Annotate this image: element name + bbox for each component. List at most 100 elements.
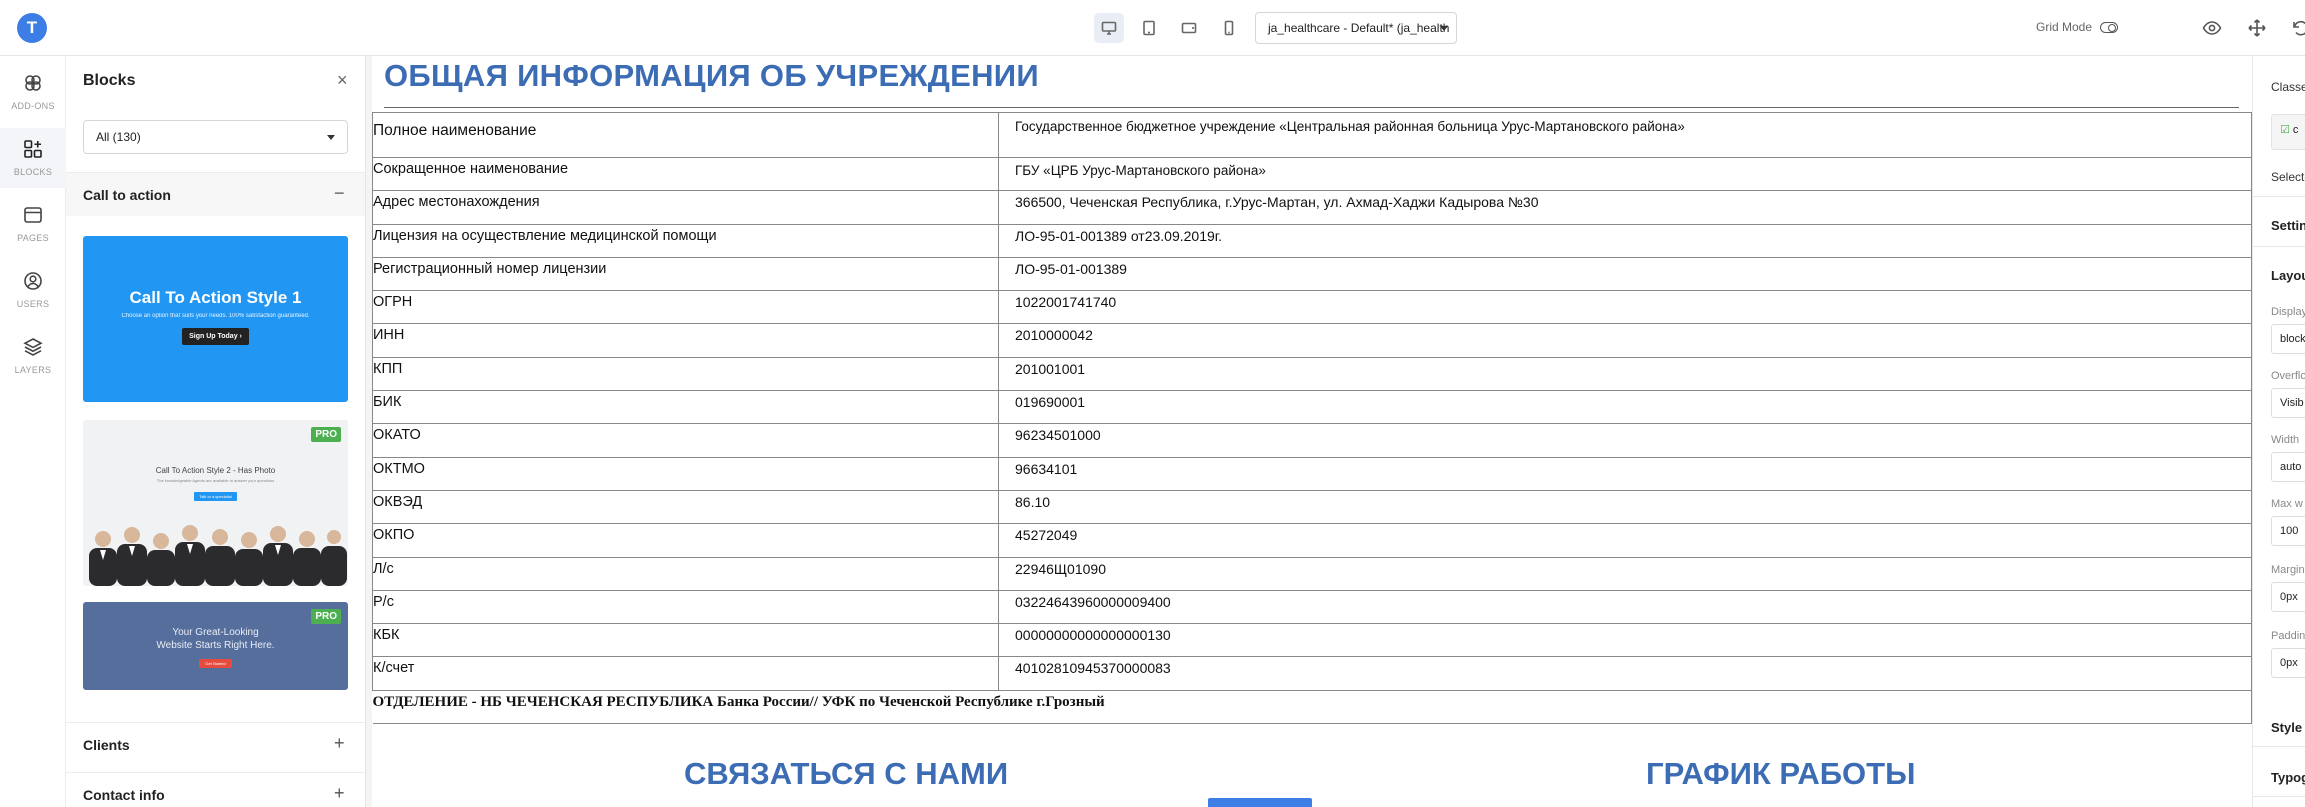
rail-item-blocks[interactable]: BLOCKS — [0, 128, 66, 188]
row-value[interactable]: 201001001 — [998, 356, 2252, 392]
row-key[interactable]: Регистрационный номер лицензии — [372, 256, 999, 292]
page-content[interactable]: ОБЩАЯ ИНФОРМАЦИЯ ОБ УЧРЕЖДЕНИИ Полное на… — [372, 56, 2252, 807]
table-row[interactable]: ОКВЭД 86.10 — [372, 489, 2252, 525]
mobile-view-button[interactable] — [1214, 13, 1244, 43]
layout-heading[interactable]: Layou — [2271, 268, 2305, 283]
table-row[interactable]: Лицензия на осуществление медицинской по… — [372, 223, 2252, 258]
undo-button[interactable] — [2290, 18, 2305, 38]
row-value[interactable]: 45272049 — [998, 523, 2252, 558]
row-key[interactable]: Адрес местонахождения — [372, 190, 999, 225]
table-row[interactable]: Р/с 03224643960000009400 — [372, 589, 2252, 625]
row-value[interactable]: ЛО-95-01-001389 от23.09.2019г. — [998, 223, 2252, 258]
row-key[interactable]: БИК — [372, 390, 999, 425]
move-button[interactable] — [2247, 18, 2267, 38]
preview-button[interactable] — [2202, 18, 2222, 38]
table-row[interactable]: Сокращенное наименование ГБУ «ЦРБ Урус-Ма… — [372, 156, 2252, 192]
row-value[interactable]: 96634101 — [998, 456, 2252, 491]
section-clients[interactable]: Clients + — [66, 722, 365, 766]
row-value[interactable]: 2010000042 — [998, 323, 2252, 358]
rail-item-pages[interactable]: PAGES — [0, 194, 66, 254]
row-value[interactable]: 96234501000 — [998, 423, 2252, 458]
table-row[interactable]: КБК 00000000000000000130 — [372, 623, 2252, 658]
table-row[interactable]: ОКПО 45272049 — [372, 523, 2252, 558]
row-key[interactable]: КПП — [372, 356, 999, 392]
app-logo[interactable]: T — [17, 13, 47, 43]
table-row[interactable]: Полное наименование Государственное бюдже… — [372, 112, 2252, 158]
section-contact-info[interactable]: Contact info + — [66, 772, 365, 807]
row-key[interactable]: Р/с — [372, 589, 999, 625]
max-width-input[interactable]: 100 — [2271, 516, 2305, 546]
row-key[interactable]: Полное наименование — [372, 112, 999, 158]
row-key[interactable]: ОГРН — [372, 290, 999, 325]
width-input[interactable]: auto — [2271, 452, 2305, 482]
element-toolbar[interactable] — [1208, 798, 1312, 807]
table-row[interactable]: ОКАТО 96234501000 — [372, 423, 2252, 458]
row-value[interactable]: Государственное бюджетное учреждение «Це… — [998, 112, 2252, 158]
row-key[interactable]: Сокращенное наименование — [372, 156, 999, 192]
block-card-cta-style-2[interactable]: PRO Call To Action Style 2 - Has Photo T… — [83, 420, 348, 586]
row-key[interactable]: ОКТМО — [372, 456, 999, 491]
padding-input[interactable]: 0px — [2271, 648, 2305, 678]
expand-icon[interactable]: + — [334, 733, 345, 754]
row-value[interactable]: 366500, Чеченская Республика, г.Урус-Мар… — [998, 190, 2252, 225]
expand-icon[interactable]: + — [334, 783, 345, 804]
display-select[interactable]: block — [2271, 324, 2305, 354]
rail-item-layers[interactable]: LAYERS — [0, 326, 66, 386]
table-row[interactable]: К/счет 40102810945370000083 — [372, 656, 2252, 691]
table-row[interactable]: ОТДЕЛЕНИЕ - НБ ЧЕЧЕНСКАЯ РЕСПУБЛИКА Банк… — [372, 689, 2252, 724]
row-value[interactable]: 019690001 — [998, 390, 2252, 425]
table-row[interactable]: ИНН 2010000042 — [372, 323, 2252, 358]
rail-item-addons[interactable]: ADD-ONS — [0, 62, 66, 122]
row-key[interactable]: ОКАТО — [372, 423, 999, 458]
row-key[interactable]: ОКПО — [372, 523, 999, 558]
table-row[interactable]: ОГРН 1022001741740 — [372, 290, 2252, 325]
row-key[interactable]: К/счет — [372, 656, 999, 691]
margin-input[interactable]: 0px — [2271, 582, 2305, 612]
table-row[interactable]: Регистрационный номер лицензии ЛО-95-01-0… — [372, 256, 2252, 292]
row-value[interactable]: ЛО-95-01-001389 — [998, 256, 2252, 292]
table-row[interactable]: Л/с 22946Щ01090 — [372, 556, 2252, 591]
page-title[interactable]: ОБЩАЯ ИНФОРМАЦИЯ ОБ УЧРЕЖДЕНИИ — [384, 58, 1039, 94]
row-value[interactable]: 86.10 — [998, 489, 2252, 525]
table-row[interactable]: КПП 201001001 — [372, 356, 2252, 392]
table-row[interactable]: Адрес местонахождения 366500, Чеченская Р… — [372, 190, 2252, 225]
overflow-select[interactable]: Visib — [2271, 388, 2305, 418]
style-heading[interactable]: Style — [2271, 720, 2302, 735]
toggle-icon[interactable] — [2100, 21, 2119, 33]
table-row[interactable]: БИК 019690001 — [372, 390, 2252, 425]
settings-heading[interactable]: Settin — [2271, 218, 2305, 233]
tablet-view-button[interactable] — [1134, 13, 1164, 43]
typography-heading[interactable]: Typog — [2271, 770, 2305, 785]
section-title: Contact info — [83, 787, 165, 803]
block-card-cta-style-3[interactable]: PRO Your Great-Looking Website Starts Ri… — [83, 602, 348, 690]
contact-heading[interactable]: СВЯЗАТЬСЯ С НАМИ — [684, 756, 1008, 792]
page-canvas[interactable]: ОБЩАЯ ИНФОРМАЦИЯ ОБ УЧРЕЖДЕНИИ Полное на… — [366, 56, 2252, 807]
row-key[interactable]: ОКВЭД — [372, 489, 999, 525]
row-key[interactable]: Л/с — [372, 556, 999, 591]
row-value[interactable]: 22946Щ01090 — [998, 556, 2252, 591]
section-call-to-action[interactable]: Call to action − — [66, 172, 365, 216]
schedule-heading[interactable]: ГРАФИК РАБОТЫ — [1646, 756, 1915, 792]
row-key[interactable]: КБК — [372, 623, 999, 658]
bank-details-line[interactable]: ОТДЕЛЕНИЕ - НБ ЧЕЧЕНСКАЯ РЕСПУБЛИКА Банк… — [372, 689, 2252, 724]
row-key[interactable]: Лицензия на осуществление медицинской по… — [372, 223, 999, 258]
class-chip[interactable]: ☑ c — [2271, 114, 2305, 150]
row-value[interactable]: 1022001741740 — [998, 290, 2252, 325]
row-value[interactable]: 40102810945370000083 — [998, 656, 2252, 691]
grid-mode-control[interactable]: Grid Mode — [2036, 20, 2119, 34]
table-row[interactable]: ОКТМО 96634101 — [372, 456, 2252, 491]
collapse-icon[interactable]: − — [334, 183, 345, 204]
blocks-filter-select[interactable]: All (130) — [83, 120, 348, 154]
rail-item-users[interactable]: USERS — [0, 260, 66, 320]
row-value[interactable]: ГБУ «ЦРБ Урус-Мартановского района» — [998, 156, 2252, 192]
row-value[interactable]: 03224643960000009400 — [998, 589, 2252, 625]
theme-select[interactable]: ja_healthcare - Default* (ja_health — [1255, 12, 1457, 44]
block-card-cta-style-1[interactable]: Call To Action Style 1 Choose an option … — [83, 236, 348, 402]
close-icon[interactable]: × — [337, 70, 348, 91]
row-value[interactable]: 00000000000000000130 — [998, 623, 2252, 658]
tablet-landscape-view-button[interactable] — [1174, 13, 1204, 43]
desktop-view-button[interactable] — [1094, 13, 1124, 43]
undo-icon — [2293, 20, 2305, 36]
row-key[interactable]: ИНН — [372, 323, 999, 358]
institution-info-table[interactable]: Полное наименование Государственное бюдже… — [372, 112, 2252, 724]
